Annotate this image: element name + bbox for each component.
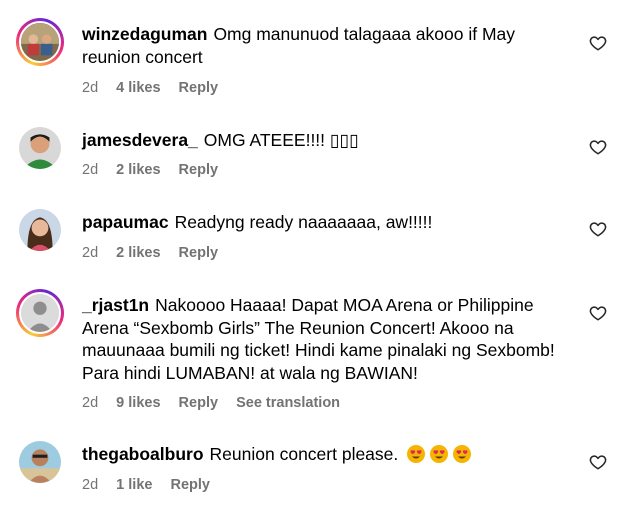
comment-username[interactable]: jamesdevera_: [82, 130, 198, 150]
avatar-photo-woman-icon: [19, 209, 61, 251]
comment-text: Reunion concert please.: [209, 444, 399, 464]
reply-button[interactable]: Reply: [170, 477, 210, 493]
reply-button[interactable]: Reply: [179, 245, 219, 261]
comment-meta: 2d 9 likes Reply See translation: [82, 395, 354, 411]
comment-meta: 2d 4 likes Reply: [82, 80, 232, 96]
avatar[interactable]: [16, 124, 64, 172]
avatar-photo-group-icon: [21, 23, 59, 61]
comment-age[interactable]: 2d: [82, 80, 98, 96]
comment-meta: 2d 1 like Reply: [82, 477, 224, 493]
avatar[interactable]: [16, 206, 64, 254]
comment-body: _rjast1n Nakoooo Haaaa! Dapat MOA Arena o…: [82, 294, 567, 384]
comments-list: winzedaguman Omg manunuod talagaaa akooo …: [0, 0, 622, 517]
comment-age[interactable]: 2d: [82, 395, 98, 411]
comment-text: Nakoooo Haaaa! Dapat MOA Arena or Philip…: [82, 295, 555, 383]
avatar[interactable]: [16, 18, 64, 66]
like-heart-icon[interactable]: [589, 220, 607, 238]
avatar[interactable]: [16, 289, 64, 337]
comment-age[interactable]: 2d: [82, 245, 98, 261]
see-translation-button[interactable]: See translation: [236, 395, 340, 411]
comment-text: Readyng ready naaaaaaa, aw!!!!!: [174, 212, 433, 232]
reply-button[interactable]: Reply: [179, 395, 219, 411]
comment-meta: 2d 2 likes Reply: [82, 162, 232, 178]
comment-username[interactable]: thegaboalburo: [82, 444, 204, 464]
comment-likes[interactable]: 1 like: [116, 477, 152, 493]
comment-username[interactable]: papaumac: [82, 212, 169, 232]
avatar-photo-green-shirt-icon: [19, 127, 61, 169]
like-heart-icon[interactable]: [589, 453, 607, 471]
like-heart-icon[interactable]: [589, 304, 607, 322]
heart-eyes-emoji-icon: [406, 444, 426, 464]
heart-eyes-emoji-icon: [429, 444, 449, 464]
comment-age[interactable]: 2d: [82, 477, 98, 493]
comment-username[interactable]: _rjast1n: [82, 295, 149, 315]
comment-age[interactable]: 2d: [82, 162, 98, 178]
avatar-default-silhouette-icon: [21, 294, 59, 332]
avatar-photo-beach-icon: [19, 441, 61, 483]
comment-body: papaumac Readyng ready naaaaaaa, aw!!!!!: [82, 211, 567, 234]
comment-body: winzedaguman Omg manunuod talagaaa akooo …: [82, 23, 567, 68]
comment-likes[interactable]: 2 likes: [116, 162, 160, 178]
comment-likes[interactable]: 4 likes: [116, 80, 160, 96]
reply-button[interactable]: Reply: [179, 80, 219, 96]
like-heart-icon[interactable]: [589, 34, 607, 52]
heart-eyes-emoji-icon: [452, 444, 472, 464]
comment-body: thegaboalburo Reunion concert please.: [82, 443, 567, 466]
avatar[interactable]: [16, 438, 64, 486]
reply-button[interactable]: Reply: [179, 162, 219, 178]
comment-meta: 2d 2 likes Reply: [82, 245, 232, 261]
comment-likes[interactable]: 9 likes: [116, 395, 160, 411]
comment-likes[interactable]: 2 likes: [116, 245, 160, 261]
comment-body: jamesdevera_ OMG ATEEE!!!! ▯▯▯: [82, 129, 567, 152]
like-heart-icon[interactable]: [589, 138, 607, 156]
comment-text: OMG ATEEE!!!! ▯▯▯: [203, 130, 359, 150]
comment-username[interactable]: winzedaguman: [82, 24, 207, 44]
